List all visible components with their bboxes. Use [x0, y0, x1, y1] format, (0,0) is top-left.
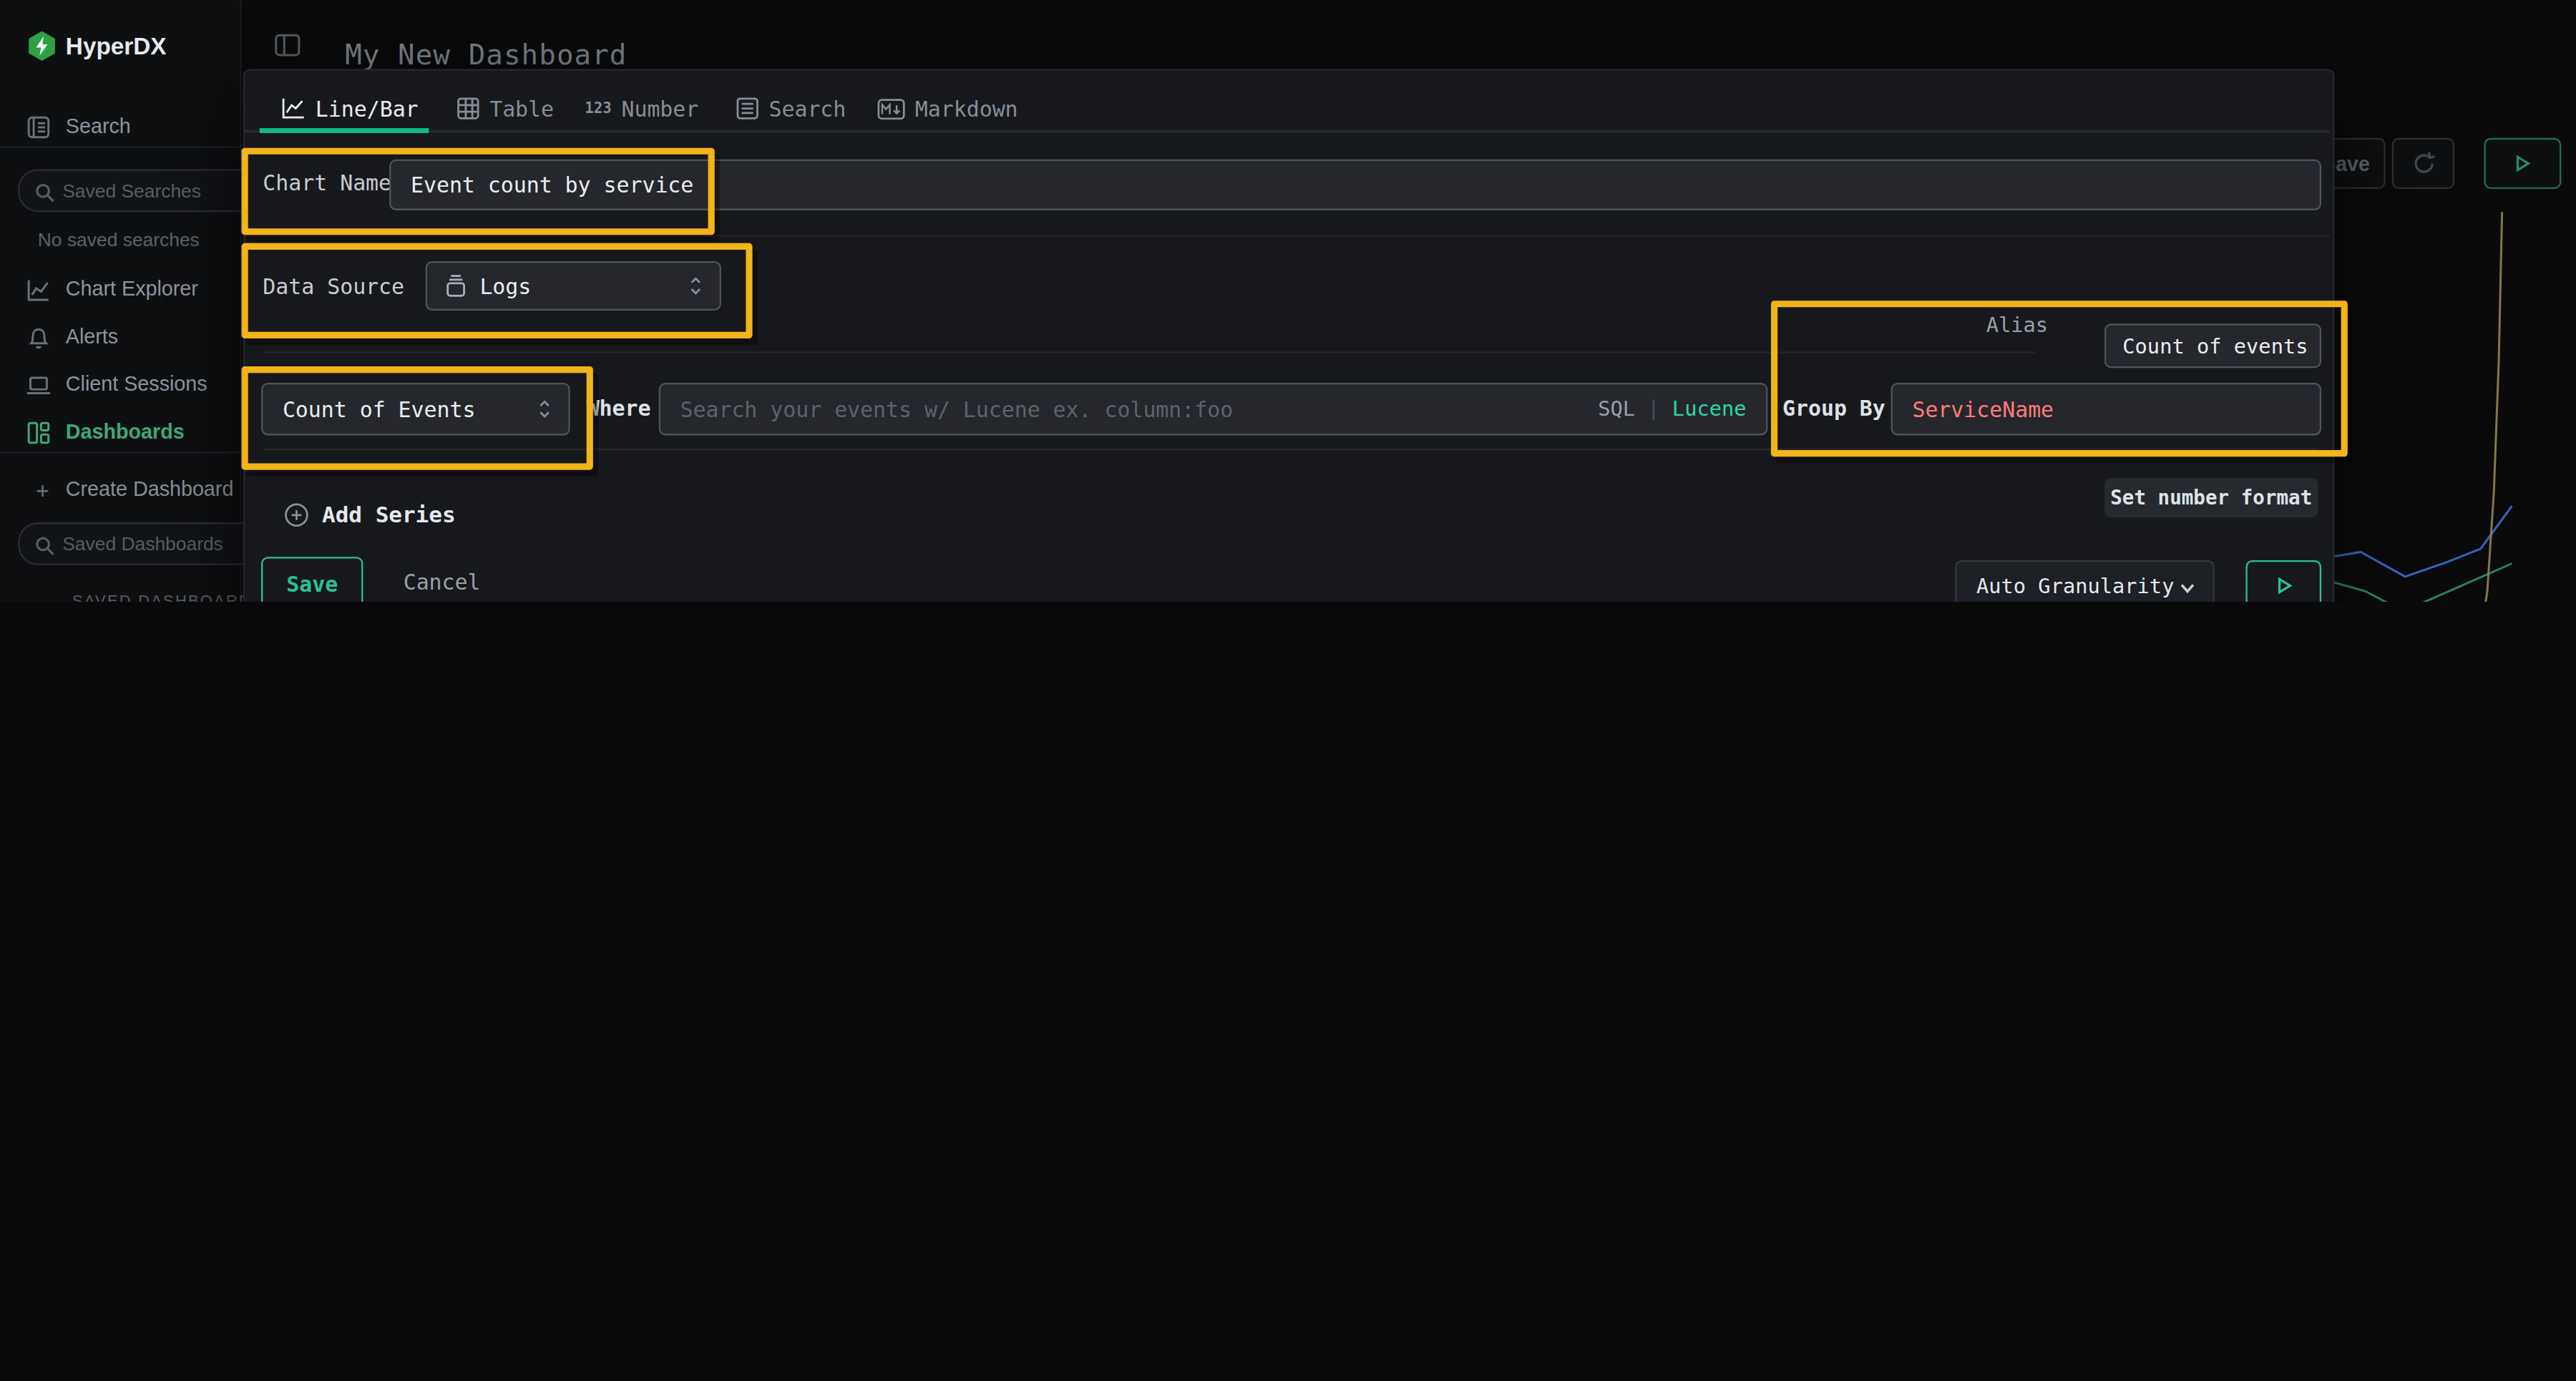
search-doc-icon — [24, 113, 51, 140]
no-saved-searches-text: No saved searches — [38, 230, 200, 250]
save-button[interactable]: Save — [261, 557, 363, 602]
annotation-aggregation — [241, 366, 592, 470]
play-icon — [2275, 576, 2293, 594]
sidebar-item-client-sessions[interactable]: Client Sessions — [0, 366, 240, 403]
where-input[interactable]: Search your events w/ Lucene ex. column:… — [659, 383, 1768, 435]
chart-run-button[interactable] — [2245, 560, 2321, 602]
add-series-button[interactable]: Add Series — [284, 501, 455, 527]
screen: HyperDX Search Saved Searches No saved s… — [0, 0, 2576, 602]
set-number-format-button[interactable]: Set number format — [2104, 478, 2318, 517]
sidebar-item-alerts[interactable]: Alerts — [0, 318, 240, 355]
tab-number[interactable]: 123 Number — [585, 89, 698, 128]
chart-explorer-icon — [24, 276, 51, 303]
dashboards-icon — [24, 419, 51, 445]
where-label: Where — [587, 396, 651, 420]
sidebar: HyperDX Search Saved Searches No saved s… — [0, 0, 241, 602]
chevron-down-icon — [2178, 577, 2196, 601]
hyperdx-logo-icon — [28, 31, 56, 61]
series-divider — [263, 351, 2035, 353]
tab-table[interactable]: Table — [457, 89, 554, 128]
tabs-underline-track — [245, 130, 2329, 132]
sidebar-item-create-dashboard[interactable]: + Create Dashboard — [0, 472, 240, 508]
brand-name: HyperDX — [66, 33, 167, 59]
number-123-icon: 123 — [585, 100, 611, 117]
search-list-icon — [736, 97, 759, 119]
modal-divider — [245, 235, 2329, 236]
table-icon — [457, 97, 479, 119]
section-saved-dashboards[interactable]: SAVED DASHBOARDS — [72, 592, 264, 602]
chevron-down-icon — [44, 592, 61, 602]
markdown-icon — [877, 98, 905, 119]
active-tab-underline — [260, 128, 429, 132]
sidebar-item-chart-explorer[interactable]: Chart Explorer — [0, 271, 240, 308]
sidebar-divider — [0, 146, 240, 147]
granularity-select[interactable]: Auto Granularity — [1955, 560, 2215, 602]
sidebar-divider — [0, 452, 240, 453]
search-icon — [34, 532, 56, 564]
sidebar-collapse-icon[interactable] — [274, 33, 301, 64]
page-title: My New Dashboard — [345, 38, 627, 71]
search-icon — [34, 179, 56, 210]
line-chart-icon — [281, 97, 306, 119]
tab-markdown[interactable]: Markdown — [877, 89, 1018, 128]
laptop-icon — [24, 371, 51, 398]
plus-icon: + — [36, 477, 49, 502]
saved-dashboards-input[interactable]: Saved Dashboards — [18, 522, 268, 565]
annotation-chart-name — [241, 148, 714, 235]
tab-line-bar[interactable]: Line/Bar — [281, 89, 419, 128]
circle-plus-icon — [284, 502, 308, 526]
annotation-group-by — [1771, 301, 2348, 457]
tab-search[interactable]: Search — [736, 89, 847, 128]
background-chart: 4:04:00 PM — [2331, 148, 2576, 602]
sidebar-item-search[interactable]: Search — [0, 109, 240, 145]
sidebar-item-dashboards[interactable]: Dashboards — [0, 414, 240, 451]
cancel-button[interactable]: Cancel — [393, 557, 492, 602]
saved-searches-input[interactable]: Saved Searches — [18, 169, 268, 212]
bell-icon — [24, 323, 51, 350]
annotation-data-source — [241, 243, 752, 338]
query-language-toggle[interactable]: SQL | Lucene — [1598, 396, 1746, 420]
